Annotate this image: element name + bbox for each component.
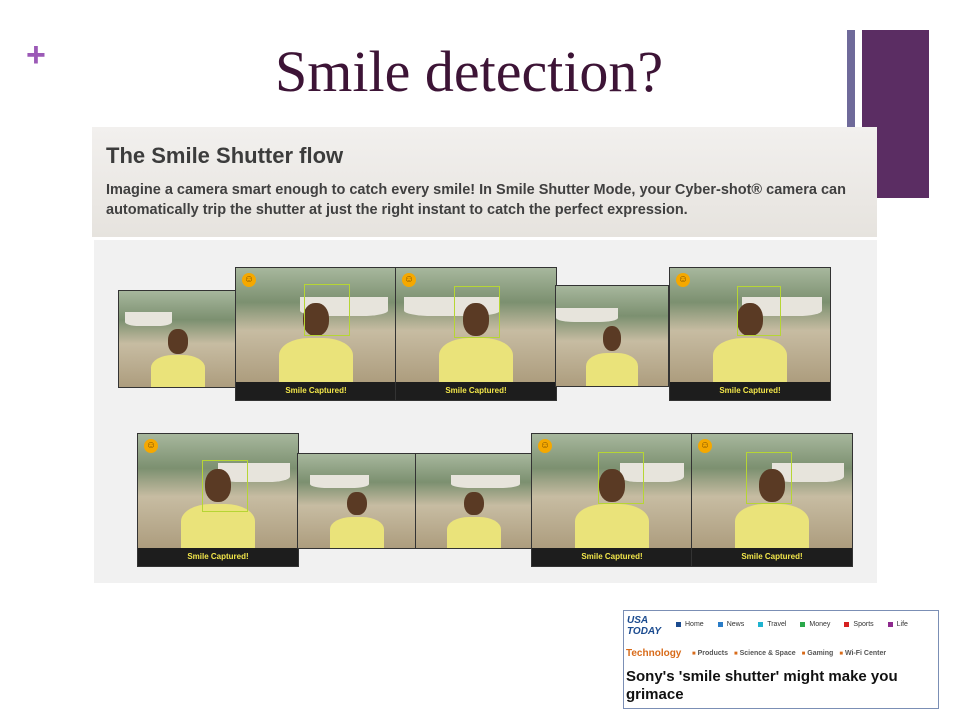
nav-news[interactable]: News — [718, 621, 745, 628]
news-nav: Home News Travel Money Sports Life — [676, 621, 908, 628]
usa-today-article-snippet[interactable]: USA TODAY Home News Travel Money Sports … — [623, 610, 939, 709]
nav-home[interactable]: Home — [676, 621, 704, 628]
smiley-face-icon: ☺ — [242, 273, 256, 287]
banner-description: Imagine a camera smart enough to catch e… — [106, 182, 846, 218]
banner-title: The Smile Shutter flow — [106, 143, 344, 168]
article-headline[interactable]: Sony's 'smile shutter' might make you gr… — [626, 668, 934, 704]
smile-captured-label: Smile Captured! — [670, 382, 830, 400]
face-detection-box — [746, 452, 792, 504]
photo-smile-captured-6: ☺ Smile Captured! — [691, 433, 853, 567]
photo-smile-captured-2: ☺ Smile Captured! — [395, 267, 557, 401]
photo-neutral-2 — [555, 285, 669, 387]
slide-title: Smile detection? — [275, 39, 664, 104]
photo-neutral-4 — [415, 453, 533, 549]
accent-bar-thin — [847, 30, 855, 138]
smile-captured-label: Smile Captured! — [236, 382, 396, 400]
section-technology[interactable]: Technology — [626, 648, 681, 659]
technology-subnav: Products Science & Space Gaming Wi-Fi Ce… — [692, 650, 886, 657]
photo-neutral-1 — [118, 290, 238, 388]
smile-shutter-banner: The Smile Shutter flow Imagine a camera … — [92, 127, 877, 237]
face-detection-box — [598, 452, 644, 504]
photo-smile-captured-4: ☺ Smile Captured! — [137, 433, 299, 567]
smiley-face-icon: ☺ — [676, 273, 690, 287]
slide-bullet-plus: + — [26, 36, 46, 74]
smiley-face-icon: ☺ — [144, 439, 158, 453]
nav-sports[interactable]: Sports — [844, 621, 873, 628]
face-detection-box — [454, 286, 500, 338]
smiley-face-icon: ☺ — [698, 439, 712, 453]
smile-captured-label: Smile Captured! — [532, 548, 692, 566]
photo-smile-captured-5: ☺ Smile Captured! — [531, 433, 693, 567]
face-detection-box — [304, 284, 350, 336]
subnav-products[interactable]: Products — [692, 650, 728, 657]
photo-smile-captured-1: ☺ Smile Captured! — [235, 267, 397, 401]
subnav-gaming[interactable]: Gaming — [802, 650, 833, 657]
subnav-wifi-center[interactable]: Wi-Fi Center — [839, 650, 886, 657]
face-detection-box — [737, 286, 781, 336]
smiley-face-icon: ☺ — [538, 439, 552, 453]
smiley-face-icon: ☺ — [402, 273, 416, 287]
nav-money[interactable]: Money — [800, 621, 830, 628]
nav-travel[interactable]: Travel — [758, 621, 786, 628]
smile-flow-photos: ☺ Smile Captured! ☺ Smile Captured! ☺ Sm… — [94, 240, 877, 583]
photo-smile-captured-3: ☺ Smile Captured! — [669, 267, 831, 401]
subnav-science-space[interactable]: Science & Space — [734, 650, 796, 657]
face-detection-box — [202, 460, 248, 512]
nav-life[interactable]: Life — [888, 621, 908, 628]
smile-captured-label: Smile Captured! — [138, 548, 298, 566]
smile-captured-label: Smile Captured! — [396, 382, 556, 400]
smile-captured-label: Smile Captured! — [692, 548, 852, 566]
usa-today-logo[interactable]: USA TODAY — [627, 615, 661, 639]
photo-neutral-3 — [297, 453, 417, 549]
